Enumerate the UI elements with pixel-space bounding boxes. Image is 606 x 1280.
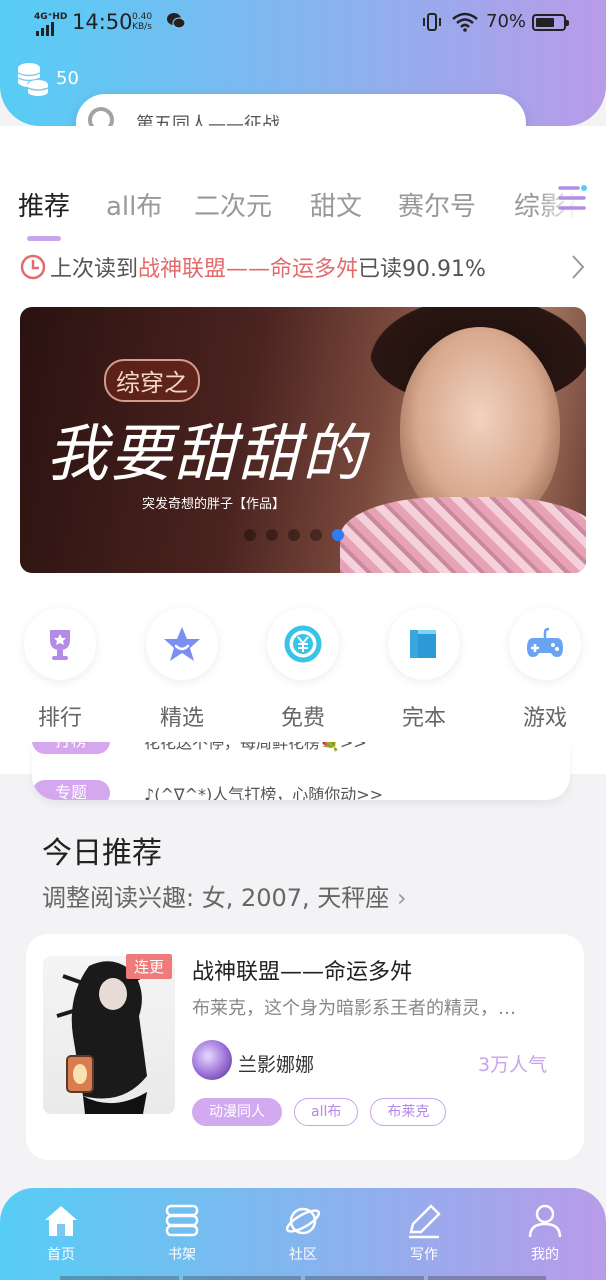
- book-icon: [410, 630, 436, 658]
- pen-icon: [409, 1204, 441, 1239]
- entry-label: 排行: [37, 706, 82, 731]
- coins-icon: [17, 63, 49, 96]
- ticker-pill: 打榜: [32, 742, 110, 754]
- entry-label: 免费: [280, 706, 325, 731]
- book-tag[interactable]: all布: [294, 1098, 359, 1126]
- status-bar: 4G⁺HD 14:50 0.40 KB/s 70%: [0, 0, 606, 48]
- last-read-bar[interactable]: 上次读到 战神联盟——命运多舛 已读90.91%: [20, 250, 590, 284]
- tab-anime[interactable]: 二次元: [194, 186, 272, 223]
- gamepad-icon: [527, 627, 563, 657]
- entry-label: 精选: [159, 706, 204, 731]
- carousel-dots: [244, 529, 344, 541]
- nav-write[interactable]: 写作: [384, 1202, 464, 1264]
- battery-percent: 70%: [486, 11, 527, 32]
- ticker-pill: 专题: [32, 780, 110, 800]
- category-menu-icon[interactable]: [556, 184, 588, 212]
- nav-label: 写作: [410, 1247, 438, 1263]
- tab-seer[interactable]: 赛尔号: [398, 186, 476, 223]
- nav-bookshelf[interactable]: 书架: [142, 1202, 222, 1264]
- cover-illustration: [56, 961, 153, 1114]
- carousel-dot[interactable]: [332, 529, 344, 541]
- bookshelf-icon: [165, 1204, 199, 1237]
- banner-figure-dress: [340, 497, 586, 573]
- battery-icon: [532, 14, 569, 31]
- entry-ranking[interactable]: 排行: [20, 608, 100, 732]
- book-description: 布莱克，这个身为暗影系王者的精灵，…: [192, 998, 516, 1019]
- gesture-bar: [60, 1276, 546, 1280]
- entry-featured[interactable]: 精选: [142, 608, 222, 732]
- update-badge: 连更: [126, 954, 173, 979]
- book-title: 战神联盟——命运多舛: [192, 960, 413, 985]
- clock-time: 14:50: [72, 10, 133, 34]
- signal-icon: [36, 22, 54, 36]
- banner-title: 我要甜甜的: [46, 417, 367, 490]
- carousel-dot[interactable]: [266, 529, 278, 541]
- clock-icon: [20, 254, 46, 280]
- nav-label: 我的: [531, 1247, 559, 1263]
- book-cover: [43, 956, 175, 1114]
- interest-text: 调整阅读兴趣: 女, 2007, 天秤座: [42, 884, 390, 912]
- coin-count: 50: [56, 67, 79, 89]
- entry-label: 完本: [401, 706, 446, 731]
- book-tags: 动漫同人 all布 布莱克: [192, 1098, 447, 1126]
- last-read-progress: 已读90.91%: [358, 257, 486, 282]
- promo-banner[interactable]: 综穿之 我要甜甜的 突发奇想的胖子【作品】: [20, 307, 586, 573]
- ticker-text: 花花送不停，每周鲜花榜💐>>: [144, 742, 367, 752]
- popularity-count: 3万人气: [478, 1054, 548, 1076]
- network-indicator: 4G⁺HD: [34, 12, 68, 22]
- book-tag[interactable]: 动漫同人: [192, 1098, 282, 1126]
- section-title: 今日推荐: [42, 836, 162, 871]
- last-read-book: 战神联盟——命运多舛: [138, 257, 359, 282]
- entry-free[interactable]: 免费: [263, 608, 343, 732]
- nav-community[interactable]: 社区: [263, 1202, 343, 1264]
- banner-tag: 综穿之: [104, 359, 200, 402]
- ticker-row[interactable]: 专题 ♪(^∇^*)人气打榜，心随你动>>: [32, 780, 383, 800]
- bottom-navigation: 首页 书架 社区 写作 我的: [0, 1188, 606, 1280]
- category-tabs: 推荐 all布 二次元 甜文 赛尔号 综影视: [0, 180, 606, 230]
- announcement-ticker[interactable]: 打榜 花花送不停，每周鲜花榜💐>> 专题 ♪(^∇^*)人气打榜，心随你动>>: [32, 742, 570, 800]
- nav-label: 首页: [47, 1247, 75, 1263]
- coin-balance[interactable]: 50: [16, 60, 79, 96]
- user-icon: [528, 1204, 562, 1238]
- adjust-interest-link[interactable]: 调整阅读兴趣: 女, 2007, 天秤座 ›: [42, 878, 407, 913]
- book-tag[interactable]: 布莱克: [370, 1098, 447, 1126]
- entry-games[interactable]: 游戏: [505, 608, 585, 732]
- vibrate-icon: [423, 13, 441, 31]
- entry-label: 游戏: [522, 706, 567, 731]
- last-read-prefix: 上次读到: [50, 257, 139, 282]
- nav-profile[interactable]: 我的: [505, 1202, 585, 1264]
- active-tab-indicator: [27, 236, 61, 241]
- nav-label: 书架: [168, 1247, 196, 1263]
- banner-author: 突发奇想的胖子【作品】: [142, 497, 286, 512]
- nav-home[interactable]: 首页: [21, 1202, 101, 1264]
- author-name[interactable]: 兰影娜娜: [238, 1050, 314, 1077]
- entry-completed[interactable]: 完本: [384, 608, 464, 732]
- wechat-icon: [167, 13, 186, 29]
- chevron-right-icon: ›: [396, 884, 407, 912]
- ticker-row[interactable]: 打榜 花花送不停，每周鲜花榜💐>>: [32, 742, 367, 754]
- tab-recommend[interactable]: 推荐: [18, 186, 70, 223]
- tab-all-bu[interactable]: all布: [106, 186, 162, 223]
- chevron-right-icon: [572, 255, 585, 279]
- tab-sweet[interactable]: 甜文: [310, 186, 362, 223]
- nav-label: 社区: [289, 1247, 317, 1263]
- carousel-dot[interactable]: [244, 529, 256, 541]
- planet-icon: [285, 1207, 321, 1235]
- trophy-icon: [50, 630, 70, 660]
- carousel-dot[interactable]: [288, 529, 300, 541]
- avatar[interactable]: [192, 1040, 232, 1080]
- free-yuan-icon: [284, 625, 322, 663]
- carousel-dot[interactable]: [310, 529, 322, 541]
- home-icon: [45, 1206, 77, 1236]
- star-icon: [164, 627, 200, 661]
- network-speed: 0.40 KB/s: [132, 12, 153, 32]
- ticker-text: ♪(^∇^*)人气打榜，心随你动>>: [144, 785, 384, 800]
- wifi-icon: [452, 12, 478, 32]
- recommended-book-card[interactable]: 连更 战神联盟——命运多舛 布莱克，这个身为暗影系王者的精灵，… 兰影娜娜 3万…: [26, 934, 584, 1160]
